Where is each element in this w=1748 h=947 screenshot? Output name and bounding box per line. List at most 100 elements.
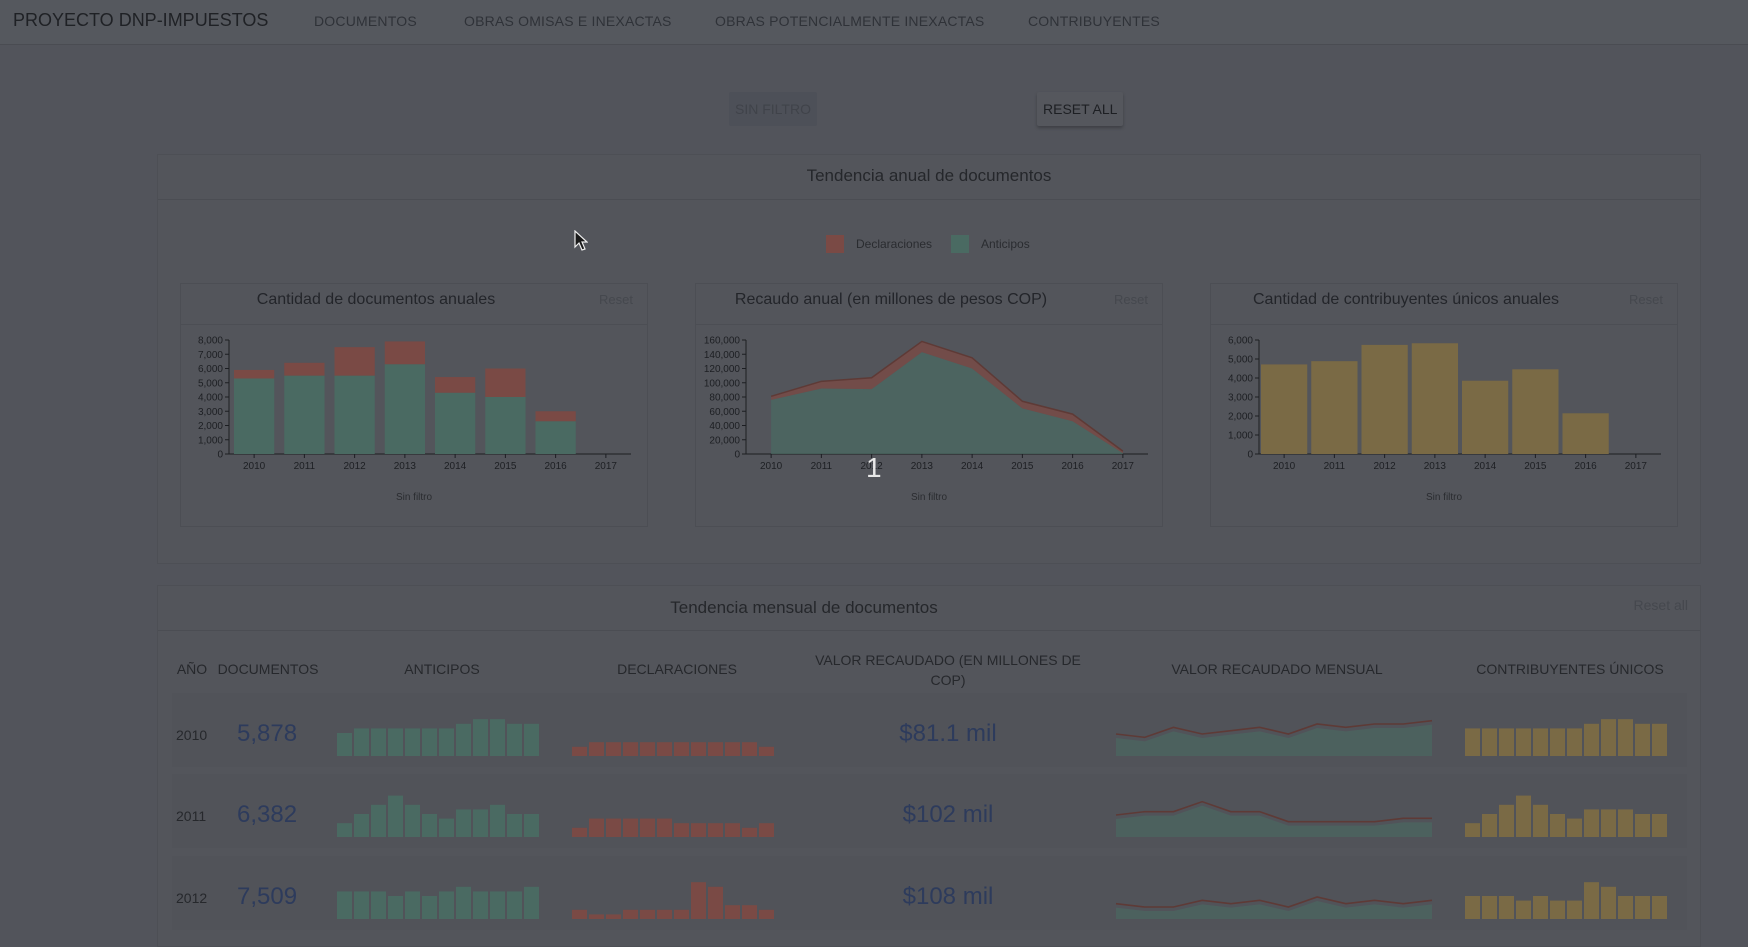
panel-divider bbox=[158, 630, 1700, 631]
row-anticipos-sparkline[interactable] bbox=[336, 708, 540, 756]
brand-title[interactable]: PROYECTO DNP-IMPUESTOS bbox=[13, 10, 268, 31]
contribuyentes-bar-chart[interactable]: 0 1,000 2,000 3,000 4,000 5,000 6,000 2010 2011 2… bbox=[1211, 324, 1677, 484]
sin-filtro-button[interactable]: SIN FILTRO bbox=[729, 92, 817, 126]
card-footer: Sin filtro bbox=[910, 492, 948, 503]
y-tick-label: 4,000 bbox=[198, 393, 223, 404]
panel-divider bbox=[158, 199, 1700, 200]
row-anticipos-sparkline[interactable] bbox=[336, 871, 540, 919]
card-reset-link[interactable]: Reset bbox=[1629, 292, 1663, 307]
recaudo-area-chart[interactable]: 0 20,000 40,000 60,000 80,000 100,000 120,000 1… bbox=[696, 324, 1162, 484]
spark-bar bbox=[1584, 882, 1599, 919]
col-header-valor-recaudado[interactable]: VALOR RECAUDADO (EN MILLONES DE COP) bbox=[808, 650, 1088, 690]
spark-bar bbox=[1618, 809, 1633, 837]
spark-bar bbox=[1567, 728, 1582, 756]
spark-bar bbox=[759, 909, 774, 919]
spark-bar bbox=[1465, 728, 1480, 756]
bar-anticipos bbox=[485, 397, 526, 454]
row-contribuyentes-sparkline[interactable] bbox=[1464, 871, 1668, 919]
col-header-anticipos[interactable]: ANTICIPOS bbox=[342, 661, 542, 677]
card-title: Cantidad de contribuyentes únicos anuale… bbox=[1253, 291, 1559, 308]
spark-bar bbox=[623, 909, 638, 919]
spark-bar bbox=[725, 742, 740, 756]
x-tick-label: 2014 bbox=[1474, 461, 1497, 472]
y-tick-label: 6,000 bbox=[1228, 336, 1253, 347]
x-tick-label: 2011 bbox=[1324, 461, 1346, 472]
spark-bar bbox=[1533, 896, 1548, 919]
cursor-step-badge: 1 bbox=[866, 452, 882, 483]
spark-bar bbox=[1635, 723, 1650, 756]
spark-bar bbox=[524, 886, 539, 919]
spark-bar bbox=[606, 742, 621, 756]
spark-bar bbox=[388, 728, 403, 756]
y-tick-label: 2,000 bbox=[1228, 412, 1253, 423]
y-tick-label: 8,000 bbox=[198, 336, 223, 347]
x-tick-label: 2014 bbox=[444, 461, 467, 472]
spark-bar bbox=[1584, 723, 1599, 756]
col-header-anio[interactable]: AÑO bbox=[172, 661, 212, 677]
row-contribuyentes-sparkline[interactable] bbox=[1464, 708, 1668, 756]
spark-bar bbox=[1550, 814, 1565, 837]
spark-bar bbox=[657, 909, 672, 919]
monthly-reset-all-link[interactable]: Reset all bbox=[1634, 597, 1688, 613]
bar-anticipos bbox=[535, 421, 576, 454]
y-tick-label: 5,000 bbox=[198, 378, 223, 389]
bar-declaraciones bbox=[485, 368, 526, 397]
spark-bar bbox=[371, 804, 386, 837]
bar-declaraciones bbox=[384, 341, 425, 365]
row-valor-mensual-sparkline[interactable] bbox=[1115, 708, 1433, 756]
spark-bar bbox=[623, 742, 638, 756]
spark-bar bbox=[473, 809, 488, 837]
spark-bar bbox=[1533, 728, 1548, 756]
row-declaraciones-sparkline[interactable] bbox=[571, 708, 775, 756]
row-documentos-count: 5,878 bbox=[237, 720, 298, 747]
x-tick-label: 2012 bbox=[344, 461, 367, 472]
nav-obras-omisas[interactable]: OBRAS OMISAS E INEXACTAS bbox=[464, 13, 672, 29]
reset-all-button[interactable]: RESET ALL bbox=[1037, 92, 1124, 126]
row-year: 2010 bbox=[176, 727, 208, 743]
y-tick-label: 7,000 bbox=[198, 350, 223, 361]
spark-bar bbox=[1652, 896, 1667, 919]
y-tick-label: 2,000 bbox=[198, 421, 223, 432]
card-documentos-anuales: Cantidad de documentos anuales Reset 0 1,… bbox=[180, 283, 648, 527]
nav-documentos[interactable]: DOCUMENTOS bbox=[314, 13, 417, 29]
spark-bar bbox=[742, 742, 757, 756]
x-tick-label: 2016 bbox=[545, 461, 568, 472]
spark-bar bbox=[742, 905, 757, 919]
y-tick-label: 1,000 bbox=[1228, 431, 1253, 442]
col-header-valor-mensual[interactable]: VALOR RECAUDADO MENSUAL bbox=[1117, 661, 1437, 677]
col-header-declaraciones[interactable]: DECLARACIONES bbox=[577, 661, 777, 677]
spark-bar bbox=[507, 814, 522, 837]
spark-bar bbox=[1567, 818, 1582, 837]
legend-swatch-declaraciones bbox=[826, 235, 844, 253]
card-reset-link[interactable]: Reset bbox=[599, 292, 633, 307]
row-contribuyentes-sparkline[interactable] bbox=[1464, 789, 1668, 837]
area-anticipos bbox=[771, 352, 1123, 454]
spark-bar bbox=[1567, 900, 1582, 919]
spark-bar bbox=[742, 827, 757, 837]
row-anticipos-sparkline[interactable] bbox=[336, 789, 540, 837]
spark-bar bbox=[640, 742, 655, 756]
nav-contribuyentes[interactable]: CONTRIBUYENTES bbox=[1028, 13, 1160, 29]
spark-bar bbox=[1550, 900, 1565, 919]
x-tick-label: 2017 bbox=[595, 461, 618, 472]
spark-bar bbox=[708, 886, 723, 919]
spark-bar bbox=[456, 809, 471, 837]
spark-bar bbox=[490, 891, 505, 919]
x-tick-label: 2017 bbox=[1625, 461, 1648, 472]
spark-bar bbox=[405, 891, 420, 919]
col-header-contribuyentes[interactable]: CONTRIBUYENTES ÚNICOS bbox=[1470, 661, 1670, 677]
spark-bar bbox=[640, 909, 655, 919]
spark-bar bbox=[1584, 809, 1599, 837]
row-valor-mensual-sparkline[interactable] bbox=[1115, 789, 1433, 837]
spark-bar bbox=[657, 818, 672, 837]
card-reset-link[interactable]: Reset bbox=[1114, 292, 1148, 307]
row-declaraciones-sparkline[interactable] bbox=[571, 871, 775, 919]
col-header-documentos[interactable]: DOCUMENTOS bbox=[216, 661, 320, 677]
nav-obras-potencialmente[interactable]: OBRAS POTENCIALMENTE INEXACTAS bbox=[715, 13, 984, 29]
row-valor-mensual-sparkline[interactable] bbox=[1115, 871, 1433, 919]
row-documentos-count: 6,382 bbox=[237, 801, 298, 828]
documentos-bar-chart[interactable]: 0 1,000 2,000 3,000 4,000 5,000 6,000 7,000 8,00… bbox=[181, 324, 647, 484]
spark-bar bbox=[1516, 728, 1531, 756]
row-declaraciones-sparkline[interactable] bbox=[571, 789, 775, 837]
x-tick-label: 2011 bbox=[294, 461, 316, 472]
